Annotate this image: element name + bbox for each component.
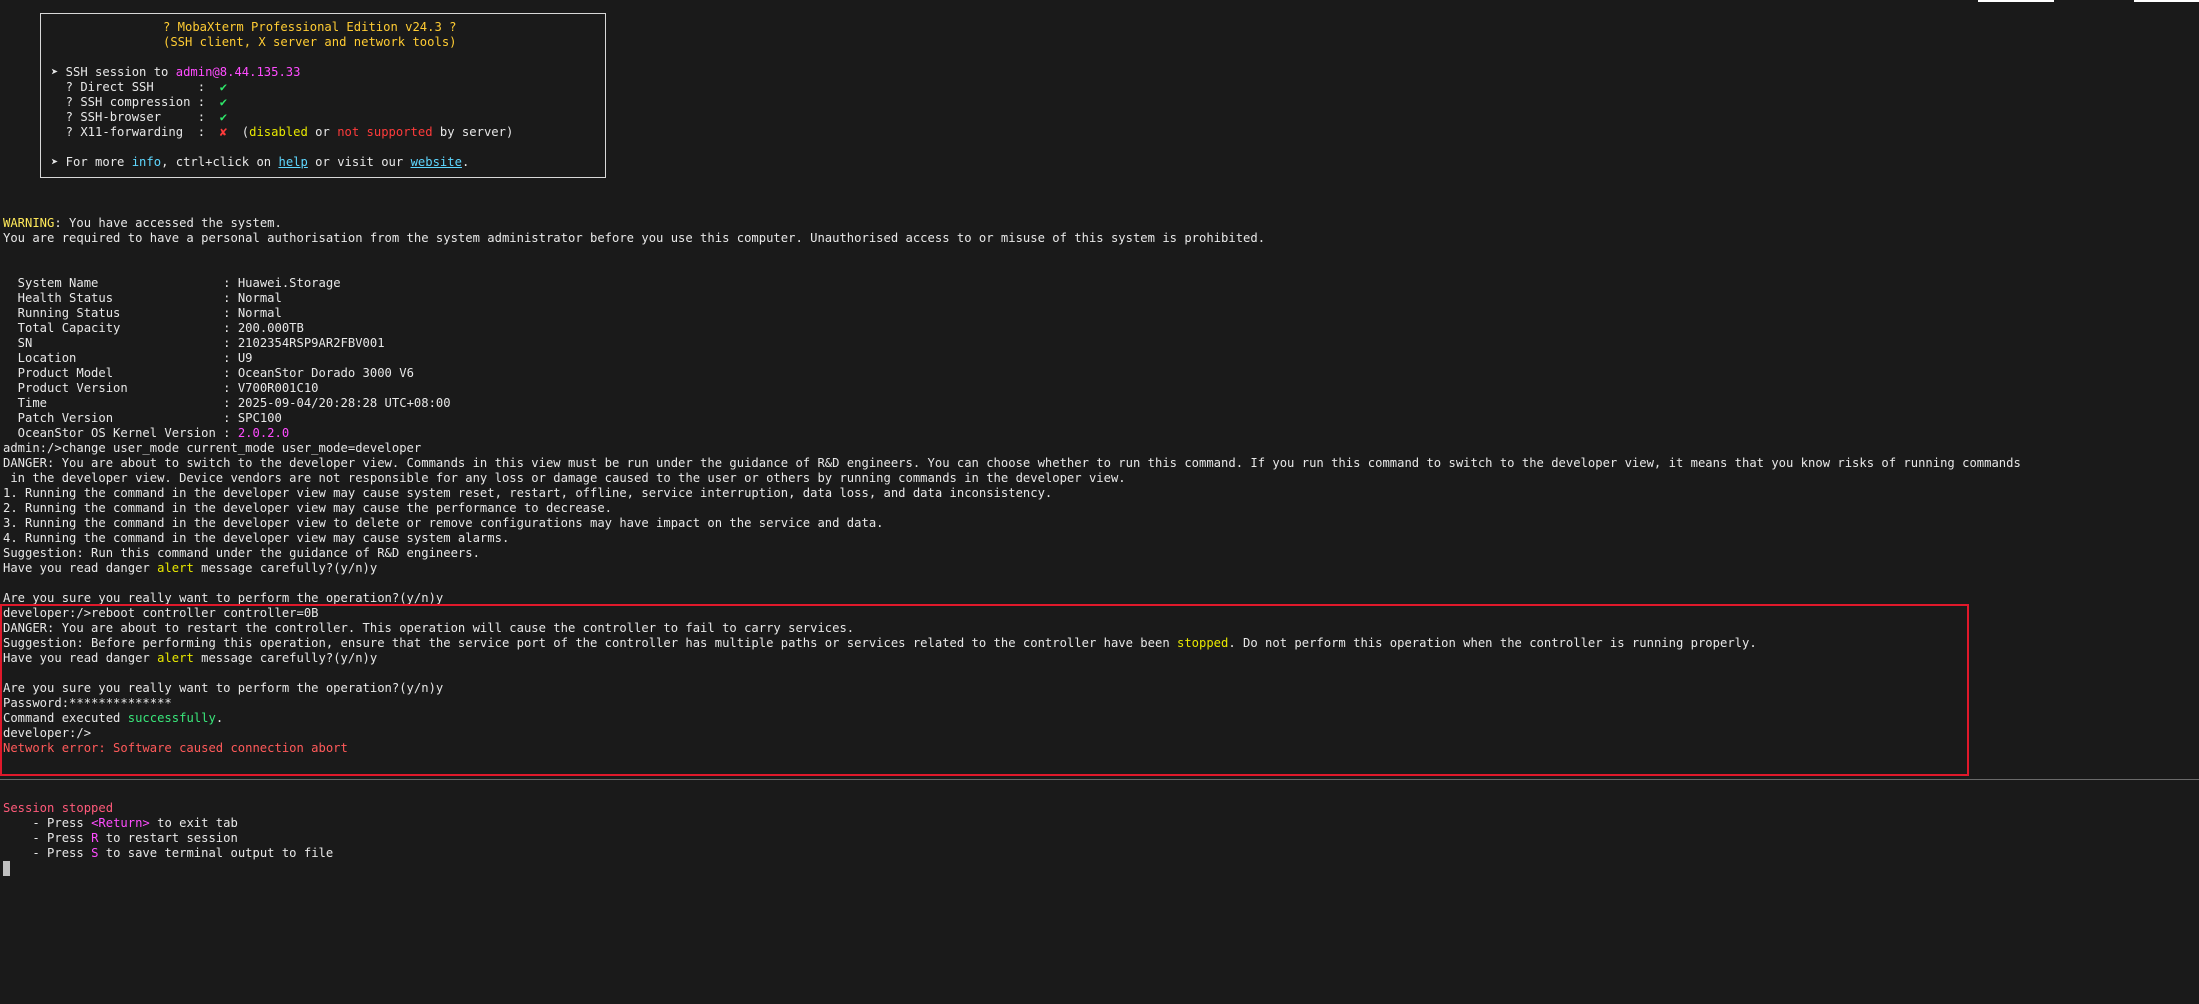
suggestion-line-1: Suggestion: Run this command under the g…	[3, 546, 480, 560]
return-key: <Return>	[91, 816, 150, 830]
press-return-line: - Press <Return> to exit tab	[3, 816, 238, 830]
risk-line-4: 4. Running the command in the developer …	[3, 531, 510, 545]
ssh-session-line: ➤ SSH session to admin@8.44.135.33	[51, 65, 301, 79]
risk-line-2: 2. Running the command in the developer …	[3, 501, 613, 515]
warning-line: WARNING: You have accessed the system.	[3, 216, 282, 230]
info-location: Location : U9	[3, 351, 253, 365]
banner-subtitle: (SSH client, X server and network tools)	[163, 35, 457, 49]
info-link[interactable]: info	[132, 155, 161, 169]
info-running-status: Running Status : Normal	[3, 306, 282, 320]
ssh-browser-line: ? SSH-browser : ✔	[51, 110, 228, 124]
info-sn: SN : 2102354RSP9AR2FBV001	[3, 336, 385, 350]
read-alert-line-1: Have you read danger alert message caref…	[3, 561, 378, 575]
x11-forwarding-line: ? X11-forwarding : ✘ (disabled or not su…	[51, 125, 514, 139]
press-s-line: - Press S to save terminal output to fil…	[3, 846, 334, 860]
press-r-line: - Press R to restart session	[3, 831, 238, 845]
risk-line-3: 3. Running the command in the developer …	[3, 516, 884, 530]
info-patch-version: Patch Version : SPC100	[3, 411, 282, 425]
warning-line-2: You are required to have a personal auth…	[3, 231, 1266, 245]
danger-developer-view-2: in the developer view. Device vendors ar…	[3, 471, 1126, 485]
danger-developer-view-1: DANGER: You are about to switch to the d…	[3, 456, 2021, 470]
info-system-name: System Name : Huawei.Storage	[3, 276, 341, 290]
info-total-capacity: Total Capacity : 200.000TB	[3, 321, 304, 335]
cross-icon: ✘	[219, 125, 228, 139]
help-link[interactable]: help	[278, 155, 307, 169]
website-link[interactable]: website	[411, 155, 462, 169]
highlight-annotation-box	[0, 604, 1969, 776]
check-icon: ✔	[219, 80, 228, 94]
ssh-target: admin@8.44.135.33	[175, 65, 301, 79]
ssh-compression-line: ? SSH compression : ✔	[51, 95, 228, 109]
mobaxterm-banner: ? MobaXterm Professional Edition v24.3 ?…	[40, 13, 606, 178]
top-scroll-indicator-left	[1978, 0, 2054, 2]
direct-ssh-line: ? Direct SSH : ✔	[51, 80, 228, 94]
top-scroll-indicator-right	[2134, 0, 2199, 2]
info-product-version: Product Version : V700R001C10	[3, 381, 319, 395]
command-change-user-mode: admin:/>change user_mode current_mode us…	[3, 441, 422, 455]
more-info-line: ➤ For more info, ctrl+click on help or v…	[51, 155, 470, 169]
terminal-window[interactable]: ? MobaXterm Professional Edition v24.3 ?…	[0, 0, 2199, 1004]
banner-title: ? MobaXterm Professional Edition v24.3 ?	[163, 20, 457, 34]
check-icon: ✔	[219, 110, 228, 124]
risk-line-1: 1. Running the command in the developer …	[3, 486, 1053, 500]
session-stopped-title: Session stopped	[3, 801, 114, 815]
session-divider	[0, 779, 2199, 780]
terminal-cursor	[3, 861, 10, 876]
info-kernel-version: OceanStor OS Kernel Version : 2.0.2.0	[3, 426, 290, 440]
check-icon: ✔	[219, 95, 228, 109]
info-time: Time : 2025-09-04/20:28:28 UTC+08:00	[3, 396, 451, 410]
info-health-status: Health Status : Normal	[3, 291, 282, 305]
info-product-model: Product Model : OceanStor Dorado 3000 V6	[3, 366, 414, 380]
